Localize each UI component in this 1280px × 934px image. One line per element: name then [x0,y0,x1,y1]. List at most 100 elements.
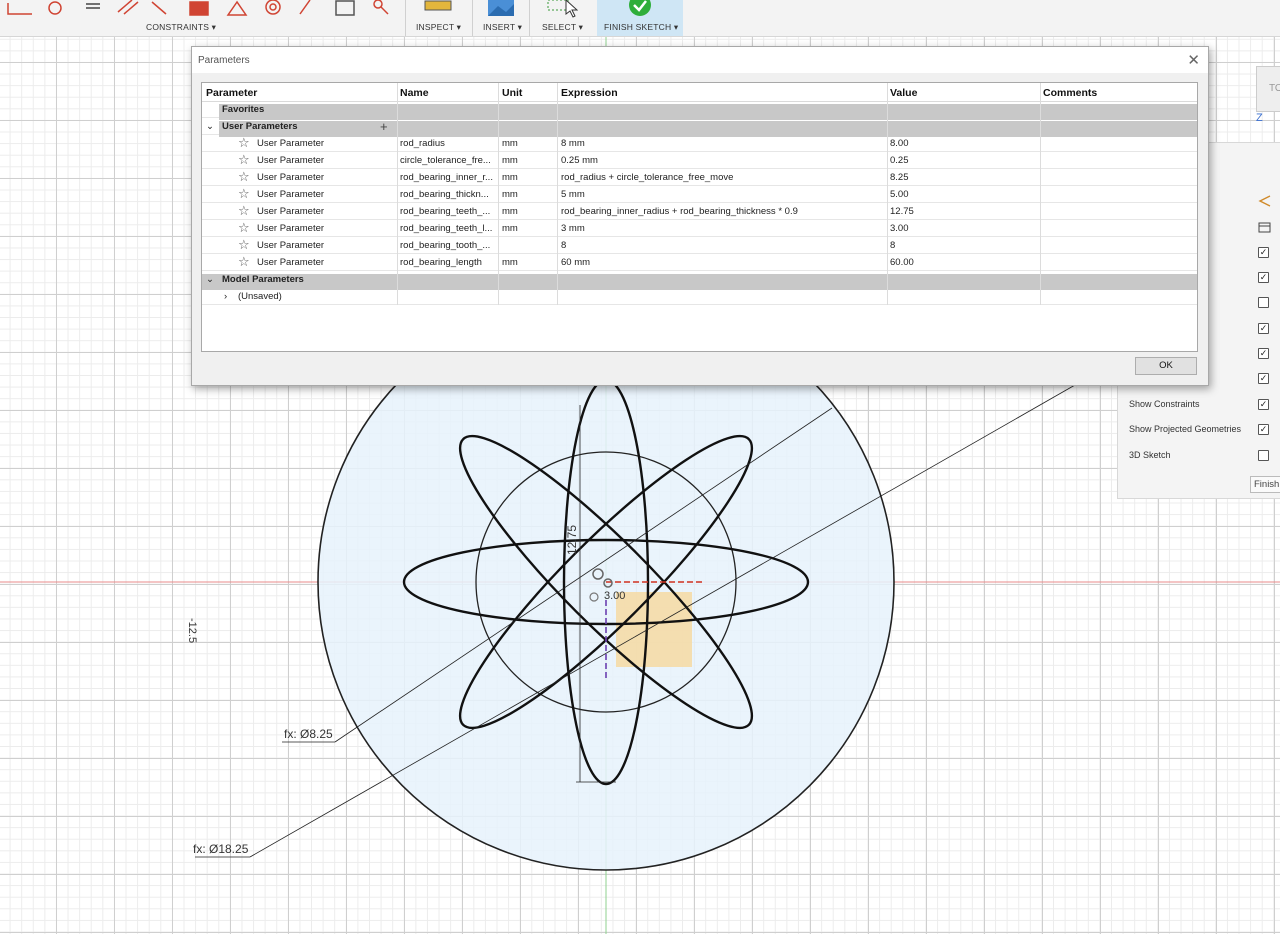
parameter-expression[interactable]: rod_radius + circle_tolerance_free_move [561,172,733,183]
constraints-menu[interactable]: CONSTRAINTS ▾ [146,22,216,33]
parameter-expression[interactable]: 3 mm [561,223,585,234]
inspect-menu[interactable]: INSPECT ▾ [416,22,461,33]
show-projected-checkbox[interactable]: ✓ [1258,424,1269,435]
star-icon[interactable]: ☆ [238,186,250,202]
parameter-type: User Parameter [257,240,325,251]
star-icon[interactable]: ☆ [238,203,250,219]
row-unsaved[interactable]: › (Unsaved) [202,288,1197,305]
table-row[interactable]: ☆ User Parameter rod_bearing_thickn... mm 5 … [202,186,1197,203]
dimension-small-diameter[interactable]: fx: Ø8.25 [284,727,333,741]
star-icon[interactable]: ☆ [238,220,250,236]
check-icon [629,0,651,16]
dialog-titlebar[interactable]: Parameters ✕ [192,47,1208,73]
table-row[interactable]: ☆ User Parameter rod_bearing_inner_r... mm r… [202,169,1197,186]
sketch-toolbar: CONSTRAINTS ▾ INSPECT ▾ INSERT ▾ SELECT … [0,0,1280,37]
palette-checkbox-5[interactable]: ✓ [1258,348,1269,359]
dimension-large-diameter[interactable]: fx: Ø18.25 [193,842,248,856]
parameter-value: 8.25 [890,172,909,183]
parameter-name: rod_bearing_length [400,257,482,268]
add-parameter-icon[interactable]: + [380,119,388,134]
close-icon[interactable]: ✕ [1187,51,1200,69]
table-row[interactable]: ☆ User Parameter rod_bearing_teeth_l... mm 3… [202,220,1197,237]
dimension-center[interactable]: 3.00 [604,590,625,602]
viewcube-label: TO [1269,83,1280,94]
group-row-user-parameters[interactable]: ⌄ User Parameters + [202,118,1197,137]
star-icon[interactable]: ☆ [238,254,250,270]
parameter-unit: mm [502,223,518,234]
image-icon[interactable] [486,0,516,18]
show-constraints-checkbox[interactable]: ✓ [1258,399,1269,410]
parameter-value: 5.00 [890,189,909,200]
group-row-model-parameters[interactable]: ⌄ Model Parameters [202,271,1197,290]
parameter-expression[interactable]: 60 mm [561,257,590,268]
palette-checkbox-2[interactable]: ✓ [1258,272,1269,283]
parameter-name: circle_tolerance_fre... [400,155,491,166]
parameter-type: User Parameter [257,206,325,217]
finish-sketch-button[interactable]: FINISH SKETCH ▾ [597,0,683,36]
col-name[interactable]: Name [400,87,429,99]
finish-sketch-label: FINISH SKETCH ▾ [604,22,679,32]
chevron-down-icon[interactable]: ⌄ [206,274,214,285]
look-at-icon[interactable] [1258,195,1272,207]
viewcube[interactable]: TO [1256,66,1280,112]
user-parameters-label: User Parameters [222,121,298,132]
palette-checkbox-6[interactable]: ✓ [1258,373,1269,384]
parameter-type: User Parameter [257,138,325,149]
parameter-value: 8 [890,240,896,251]
star-icon[interactable]: ☆ [238,152,250,168]
parameter-unit: mm [502,172,518,183]
parameter-name: rod_bearing_teeth_... [400,206,491,217]
palette-finish-button[interactable]: Finish [1250,476,1280,493]
col-comments[interactable]: Comments [1043,87,1097,99]
select-icon[interactable] [546,0,578,18]
show-projected-label: Show Projected Geometries [1129,424,1242,434]
star-icon[interactable]: ☆ [238,169,250,185]
parameter-value: 8.00 [890,138,909,149]
col-parameter[interactable]: Parameter [206,87,257,99]
palette-checkbox-4[interactable]: ✓ [1258,323,1269,334]
show-constraints-label: Show Constraints [1129,399,1200,409]
sketch-tools-icons[interactable] [0,0,420,20]
parameter-name: rod_bearing_thickn... [400,189,489,200]
palette-checkbox-1[interactable]: ✓ [1258,247,1269,258]
parameter-expression[interactable]: 8 mm [561,138,585,149]
favorites-label: Favorites [222,104,265,115]
palette-checkbox-3[interactable] [1258,297,1269,308]
parameter-type: User Parameter [257,189,325,200]
dimension-vertical[interactable]: 12.75 [565,525,579,555]
select-menu[interactable]: SELECT ▾ [542,22,583,33]
ruler-icon[interactable] [423,0,453,12]
table-header: Parameter Name Unit Expression Value Com… [202,83,1197,102]
dimension-side: -12.5 [186,618,198,644]
parameter-unit: mm [502,257,518,268]
table-row[interactable]: ☆ User Parameter rod_bearing_length mm 60 mm… [202,254,1197,271]
table-row[interactable]: ☆ User Parameter rod_bearing_teeth_... mm ro… [202,203,1197,220]
z-axis-label: Z [1256,112,1263,124]
calendar-icon[interactable] [1258,221,1272,233]
parameter-name: rod_bearing_teeth_l... [400,223,493,234]
insert-menu[interactable]: INSERT ▾ [483,22,522,33]
col-unit[interactable]: Unit [502,87,522,99]
parameter-expression[interactable]: rod_bearing_inner_radius + rod_bearing_t… [561,206,798,217]
table-row[interactable]: ☆ User Parameter rod_radius mm 8 mm 8.00 [202,135,1197,152]
star-icon[interactable]: ☆ [238,135,250,151]
col-expression[interactable]: Expression [561,87,618,99]
selection-box [616,592,692,667]
parameter-unit: mm [502,206,518,217]
parameter-expression[interactable]: 8 [561,240,566,251]
chevron-down-icon[interactable]: ⌄ [206,121,214,132]
table-row[interactable]: ☆ User Parameter rod_bearing_tooth_... 8 8 [202,237,1197,254]
parameter-value: 12.75 [890,206,914,217]
parameters-table: Parameter Name Unit Expression Value Com… [201,82,1198,352]
ok-button[interactable]: OK [1135,357,1197,375]
parameter-expression[interactable]: 0.25 mm [561,155,598,166]
col-value[interactable]: Value [890,87,917,99]
star-icon[interactable]: ☆ [238,237,250,253]
chevron-right-icon[interactable]: › [224,291,227,302]
dialog-title: Parameters [198,55,250,66]
table-row[interactable]: ☆ User Parameter circle_tolerance_fre... mm… [202,152,1197,169]
group-row-favorites[interactable]: Favorites [202,101,1197,120]
parameter-expression[interactable]: 5 mm [561,189,585,200]
parameter-type: User Parameter [257,257,325,268]
sketch-3d-checkbox[interactable] [1258,450,1269,461]
